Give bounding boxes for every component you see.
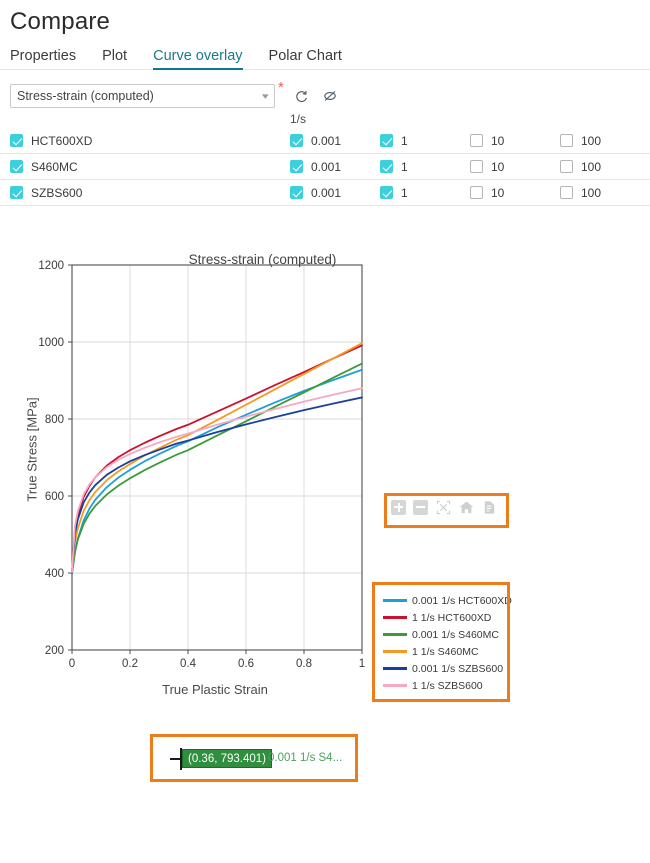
- legend-item[interactable]: 0.001 1/s S460MC: [383, 626, 500, 643]
- rate-label: 10: [491, 159, 505, 174]
- rate-cell-0001[interactable]: 0.001: [290, 186, 380, 200]
- material-toggle-hct600xd[interactable]: HCT600XD: [0, 134, 290, 148]
- rate-label: 100: [581, 185, 602, 200]
- legend-label: 1 1/s S460MC: [412, 645, 479, 658]
- rate-label: 10: [491, 133, 505, 148]
- table-row: S460MC 0.001 1 10 100: [0, 154, 650, 180]
- svg-text:1: 1: [359, 658, 365, 670]
- legend-swatch: [383, 633, 407, 636]
- checkbox[interactable]: [10, 186, 23, 199]
- legend-item[interactable]: 0.001 1/s SZBS600: [383, 660, 504, 677]
- checkbox[interactable]: [560, 160, 573, 173]
- checkbox[interactable]: [290, 134, 303, 147]
- material-name: SZBS600: [31, 185, 83, 200]
- svg-text:800: 800: [45, 414, 64, 426]
- checkbox[interactable]: [380, 160, 393, 173]
- hidden-eye-icon[interactable]: [320, 86, 340, 106]
- checkbox[interactable]: [290, 186, 303, 199]
- rate-cell-1[interactable]: 1: [380, 134, 470, 148]
- rate-cell-10[interactable]: 10: [470, 134, 560, 148]
- material-rate-table: HCT600XD 0.001 1 10 100 S460MC 0.001 1 1…: [0, 128, 650, 206]
- svg-text:0.8: 0.8: [296, 658, 312, 670]
- checkbox[interactable]: [470, 160, 483, 173]
- rate-label: 1: [401, 159, 408, 174]
- reset-arrow-icon[interactable]: [292, 86, 312, 106]
- svg-text:0.6: 0.6: [238, 658, 254, 670]
- chart-container: Stress-strain (computed) 0 0.2 0.4 0.6 0.8 1 2…: [0, 210, 650, 782]
- rate-label: 1: [401, 185, 408, 200]
- checkbox[interactable]: [560, 186, 573, 199]
- svg-text:0: 0: [69, 658, 75, 670]
- svg-text:1000: 1000: [38, 337, 64, 349]
- rate-label: 0.001: [311, 185, 342, 200]
- curve-type-select[interactable]: Stress-strain (computed) ▾: [10, 84, 275, 108]
- tab-properties[interactable]: Properties: [10, 48, 76, 69]
- tab-plot[interactable]: Plot: [102, 48, 127, 69]
- material-name: S460MC: [31, 159, 78, 174]
- svg-text:200: 200: [45, 645, 64, 657]
- rate-cell-1[interactable]: 1: [380, 186, 470, 200]
- tab-polar-chart[interactable]: Polar Chart: [269, 48, 342, 69]
- checkbox[interactable]: [380, 134, 393, 147]
- table-row: SZBS600 0.001 1 10 100: [0, 180, 650, 206]
- legend-label: 1 1/s HCT600XD: [412, 611, 492, 624]
- curve-selector-row: Stress-strain (computed) ▾ *: [0, 70, 650, 110]
- chevron-down-icon: ▾: [262, 90, 270, 101]
- rate-cell-100[interactable]: 100: [560, 134, 650, 148]
- legend-swatch: [383, 650, 407, 653]
- tab-curve-overlay[interactable]: Curve overlay: [153, 48, 244, 70]
- rate-label: 10: [491, 185, 505, 200]
- legend-label: 0.001 1/s S460MC: [412, 628, 499, 641]
- chart-legend: 0.001 1/s HCT600XD 1 1/s HCT600XD 0.001 …: [378, 588, 512, 696]
- rate-label: 100: [581, 159, 602, 174]
- rate-cell-0001[interactable]: 0.001: [290, 160, 380, 174]
- tooltip-series-label: 0.001 1/s S4...: [268, 752, 343, 764]
- tab-bar: Properties Plot Curve overlay Polar Char…: [0, 42, 650, 70]
- legend-item[interactable]: 1 1/s HCT600XD: [383, 609, 500, 626]
- rate-cell-10[interactable]: 10: [470, 186, 560, 200]
- checkbox[interactable]: [10, 160, 23, 173]
- required-asterisk: *: [278, 79, 284, 96]
- checkbox[interactable]: [10, 134, 23, 147]
- svg-text:0.2: 0.2: [122, 658, 138, 670]
- legend-swatch: [383, 667, 407, 670]
- material-toggle-s460mc[interactable]: S460MC: [0, 160, 290, 174]
- checkbox[interactable]: [560, 134, 573, 147]
- rate-cell-0001[interactable]: 0.001: [290, 134, 380, 148]
- legend-item[interactable]: 1 1/s S460MC: [383, 643, 500, 660]
- rate-cell-100[interactable]: 100: [560, 160, 650, 174]
- rate-label: 0.001: [311, 159, 342, 174]
- rate-unit-header: 1/s: [290, 112, 307, 126]
- checkbox[interactable]: [290, 160, 303, 173]
- svg-text:600: 600: [45, 491, 64, 503]
- legend-label: 0.001 1/s HCT600XD: [412, 594, 512, 607]
- rate-cell-1[interactable]: 1: [380, 160, 470, 174]
- page-title: Compare: [10, 8, 111, 35]
- rate-cell-10[interactable]: 10: [470, 160, 560, 174]
- rate-cell-100[interactable]: 100: [560, 186, 650, 200]
- svg-text:0.4: 0.4: [180, 658, 197, 670]
- data-tooltip: (0.36, 793.401): [182, 749, 273, 768]
- checkbox[interactable]: [380, 186, 393, 199]
- legend-label: 0.001 1/s SZBS600: [412, 662, 504, 675]
- svg-text:400: 400: [45, 568, 64, 580]
- curve-type-select-value: Stress-strain (computed): [17, 89, 154, 103]
- material-toggle-szbs600[interactable]: SZBS600: [0, 186, 290, 200]
- rate-label: 0.001: [311, 133, 342, 148]
- legend-swatch: [383, 616, 407, 619]
- y-axis-label: True Stress [MPa]: [24, 397, 40, 502]
- legend-item[interactable]: 0.001 1/s HCT600XD: [383, 592, 512, 609]
- svg-text:1200: 1200: [38, 260, 64, 272]
- x-axis-label: True Plastic Strain: [162, 682, 268, 697]
- legend-swatch: [383, 599, 407, 602]
- table-row: HCT600XD 0.001 1 10 100: [0, 128, 650, 154]
- checkbox[interactable]: [470, 186, 483, 199]
- rate-label: 100: [581, 133, 602, 148]
- material-name: HCT600XD: [31, 133, 93, 148]
- rate-label: 1: [401, 133, 408, 148]
- checkbox[interactable]: [470, 134, 483, 147]
